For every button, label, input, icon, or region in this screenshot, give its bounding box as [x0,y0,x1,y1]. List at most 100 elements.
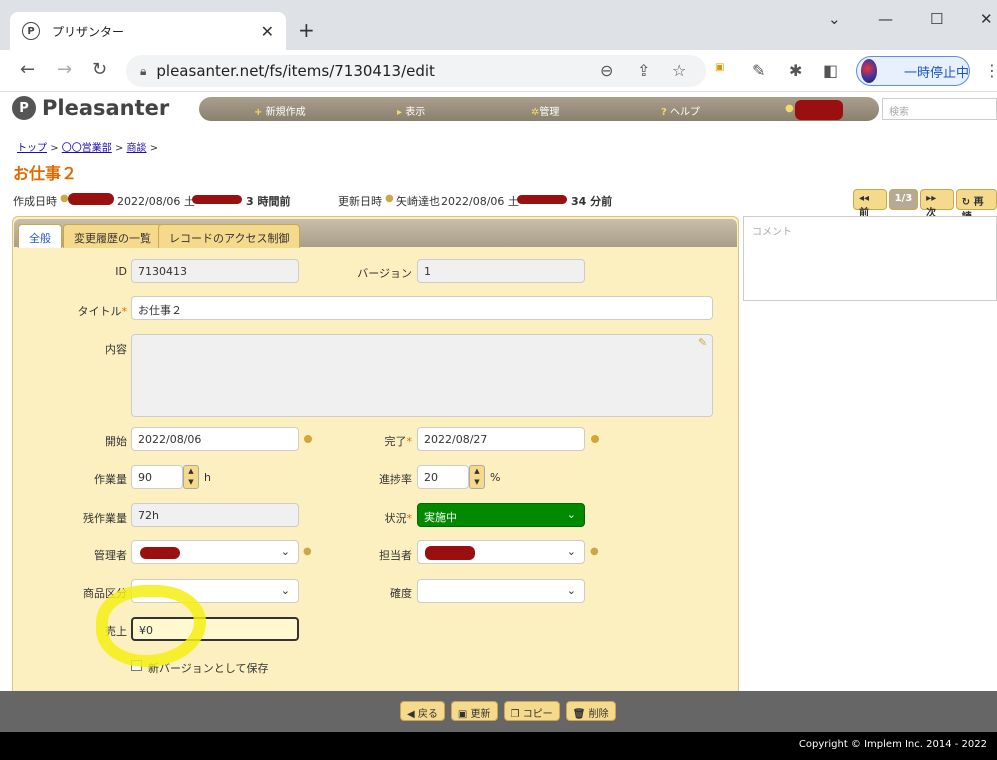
progress-input[interactable]: 20 [417,465,469,489]
chevron-down-icon: ⌄ [566,508,576,521]
title-label: タイトル* [77,305,128,318]
profile-pause-button[interactable]: 一時停止中 [856,56,970,86]
certainty-select[interactable]: ⌄ [417,579,585,603]
progress-unit: % [490,471,501,484]
breadcrumb-deals[interactable]: 商談 [127,143,147,154]
nav-view[interactable]: ▸ 表示 [397,103,425,118]
updated-date: 2022/08/06 土 [441,195,519,208]
body-label: 内容 [105,343,127,356]
share-icon[interactable]: ⇪ [637,61,650,80]
maximize-icon[interactable]: ☐ [930,10,943,28]
nav-user[interactable]: ● [785,103,794,114]
favicon-icon: P [22,22,40,40]
progress-stepper[interactable]: ▲ ▼ [469,465,485,489]
plus-icon: + [254,107,263,118]
notes-extension-icon[interactable]: ✎ [752,61,765,80]
record-pager: ◂◂ 前 1/3 ▸▸ 次 ↻ 再読 [853,189,997,223]
start-date-input[interactable]: 2022/08/06 [131,427,299,451]
page-indicator: 1/3 [888,189,919,210]
copy-button[interactable]: ❐ コピー [503,701,560,721]
trash-icon: 🗑︎ [572,709,586,720]
redacted-updated-time [517,195,567,204]
work-stepper[interactable]: ▲ ▼ [183,465,199,489]
tab-close-icon[interactable]: ✕ [261,22,274,41]
version-field: 1 [417,259,585,283]
body-textarea[interactable] [131,334,713,417]
user-icon: ● [785,103,794,114]
created-ago: 3 時間前 [246,195,291,208]
logo-mark-icon: P [12,96,36,120]
owner-label: 担当者 [379,549,412,562]
extensions-puzzle-icon[interactable]: ✱ [789,61,802,80]
side-panel-icon[interactable]: ◧ [823,61,838,80]
created-date: 2022/08/06 土 [117,195,195,208]
browser-menu-icon[interactable]: ⋮ [984,61,997,80]
command-buttons: ◀ 戻る ▣ 更新 ❐ コピー 🗑︎ 削除 [400,701,616,721]
updated-ago: 34 分前 [571,195,613,208]
progress-label: 進捗率 [379,473,412,486]
reload-button[interactable]: ↻ 再読 [955,189,997,223]
delete-button[interactable]: 🗑︎ 削除 [565,701,616,721]
main-nav: + 新規作成 ▸ 表示 ✲管理 ? ヘルプ ● [199,97,879,121]
nav-new[interactable]: + 新規作成 [254,103,306,118]
work-label: 作業量 [94,473,127,486]
arrow-right-icon: ▸ [397,107,403,118]
status-select[interactable]: 実施中 ⌄ [417,503,585,527]
version-label: バージョン [357,267,412,280]
owner-user-icon[interactable]: ● [590,546,599,557]
updated-label: 更新日時 [338,195,382,208]
forward-icon[interactable]: → [57,59,72,80]
chevron-down-icon: ⌄ [280,584,290,597]
manager-label: 管理者 [94,549,127,562]
reload-icon[interactable]: ↻ [92,59,107,80]
save-icon: ▣ [457,709,468,720]
help-icon: ? [661,107,667,118]
tab-title: プリザンター [52,24,125,39]
breadcrumb-top[interactable]: トップ [17,143,47,154]
status-label: 状況* [384,512,413,525]
app-logo[interactable]: P Pleasanter [12,96,169,120]
search-input[interactable]: 検索 [882,98,997,120]
back-button[interactable]: ◀ 戻る [400,701,445,721]
copy-icon: ❐ [510,709,520,720]
end-date-input[interactable]: 2022/08/27 [417,427,585,451]
remain-field: 72h [131,503,299,527]
profile-avatar [861,59,878,83]
address-bar[interactable]: 🔒︎ pleasanter.net/fs/items/7130413/edit [126,55,706,87]
tab-general[interactable]: 全般 [18,224,62,248]
update-button[interactable]: ▣ 更新 [450,701,498,721]
prev-button[interactable]: ◂◂ 前 [853,189,887,219]
bookmark-star-icon[interactable]: ☆ [672,61,686,80]
chevron-down-icon: ⌄ [280,545,290,558]
nav-manage[interactable]: ✲管理 [531,103,559,118]
breadcrumb-dept[interactable]: 〇〇営業部 [62,143,112,154]
remain-label: 残作業量 [83,512,127,525]
back-circle-icon: ◀ [407,709,415,720]
updated-user-icon: ● [385,193,394,204]
work-input[interactable]: 90 [131,465,183,489]
pause-label: 一時停止中 [903,65,969,81]
next-button[interactable]: ▸▸ 次 [920,189,954,219]
window-close-icon[interactable]: ✕ [980,10,993,28]
minimize-icon[interactable]: — [878,10,893,28]
simple-surf-extension-icon[interactable]: ▣ [715,62,724,73]
redacted-created-time [192,195,242,204]
edit-pencil-icon[interactable]: ✎ [698,336,707,349]
end-clock-icon[interactable] [591,435,599,443]
chevron-down-icon: ⌄ [566,584,576,597]
new-tab-icon[interactable]: + [298,18,315,42]
comment-input[interactable]: コメント [743,216,997,301]
title-input[interactable]: お仕事２ [131,296,713,320]
url-text: pleasanter.net/fs/items/7130413/edit [156,62,435,80]
redacted-creator [68,193,114,205]
nav-help[interactable]: ? ヘルプ [661,103,700,118]
browser-tab[interactable]: P プリザンター ✕ [10,12,286,50]
end-label: 完了* [384,435,413,448]
updated-user: 矢崎達也 [396,195,440,208]
tab-access-control[interactable]: レコードのアクセス制御 [158,224,301,248]
start-label: 開始 [105,435,127,448]
back-icon[interactable]: ← [20,59,35,80]
tab-search-icon[interactable]: ⌄ [828,10,841,28]
zoom-icon[interactable]: ⊖ [600,61,613,80]
tab-history[interactable]: 変更履歴の一覧 [63,224,162,248]
